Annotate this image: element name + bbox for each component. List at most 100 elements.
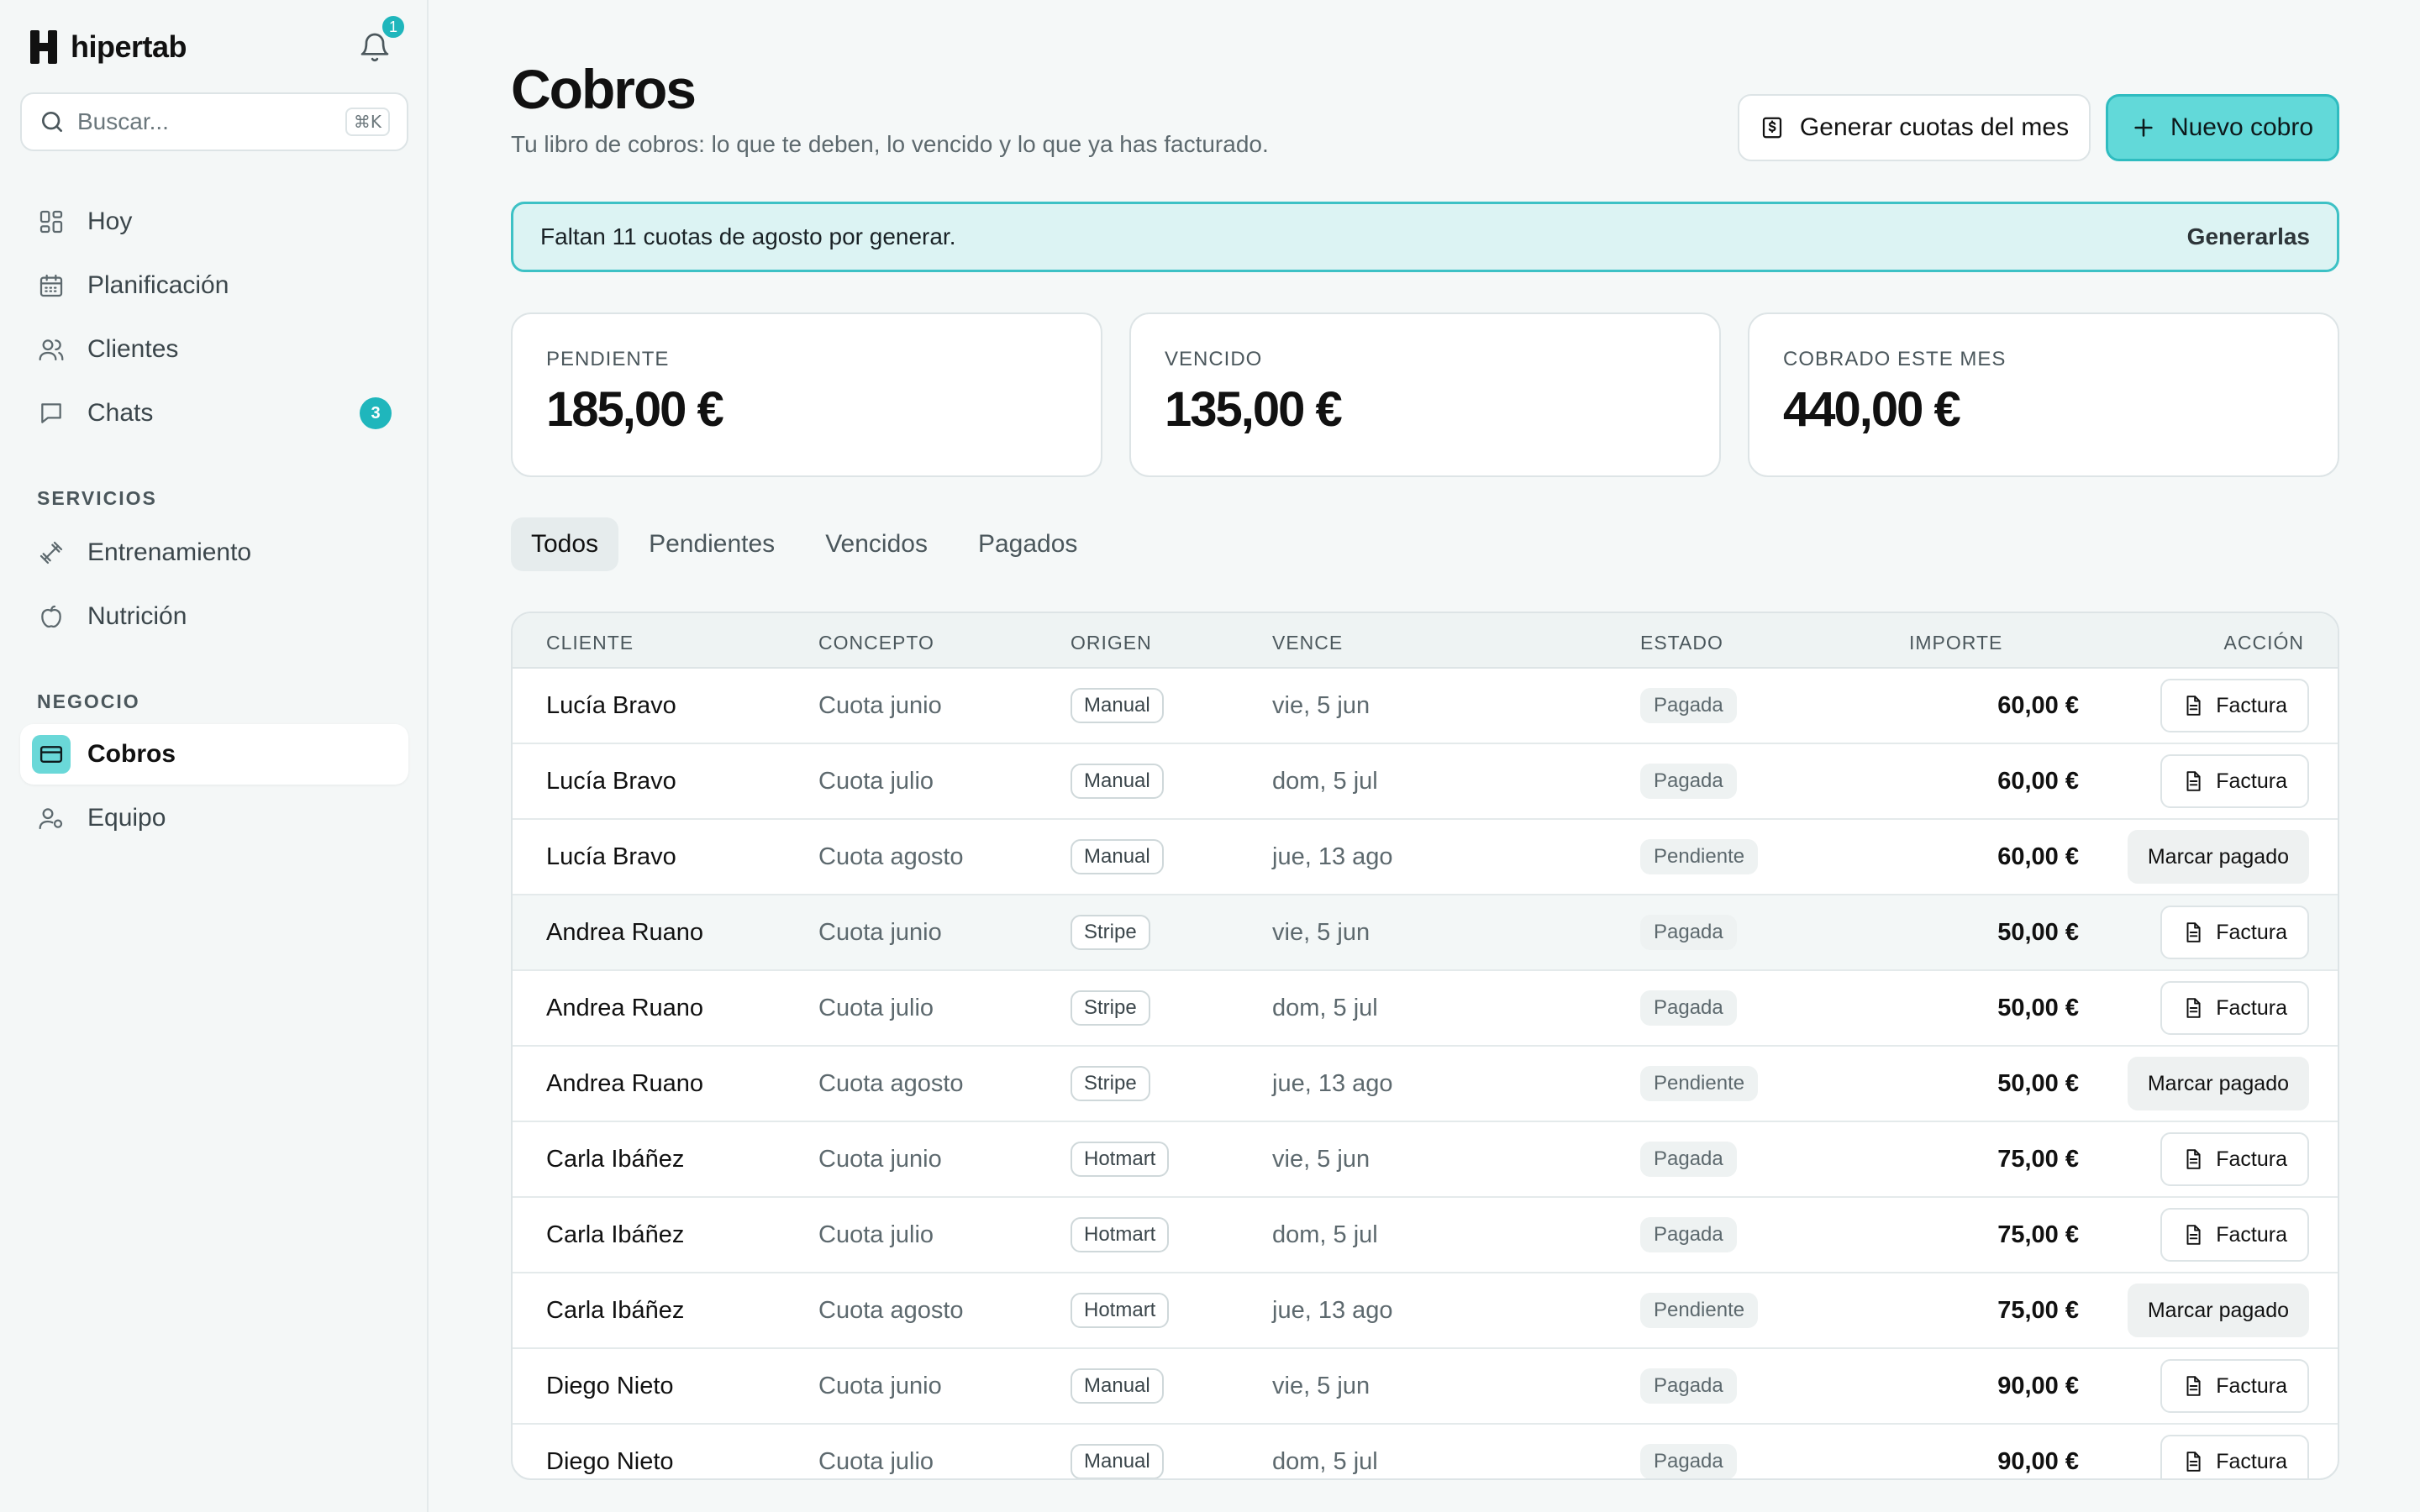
cell-origin: Manual xyxy=(1071,820,1164,894)
cell-amount: 75,00 € xyxy=(1997,1296,2079,1324)
table-row[interactable]: Lucía Bravo Cuota julio Manual dom, 5 jul Pa… xyxy=(513,744,2338,820)
generate-fees-button[interactable]: Generar cuotas del mes xyxy=(1738,94,2091,161)
cell-status: Pagada xyxy=(1640,895,1737,969)
chats-badge: 3 xyxy=(360,397,392,429)
tab-pagados[interactable]: Pagados xyxy=(958,517,1097,571)
column-header-concept: CONCEPTO xyxy=(818,632,934,654)
cell-client: Lucía Bravo xyxy=(546,767,676,795)
cell-amount: 50,00 € xyxy=(1997,918,2079,946)
tab-vencidos[interactable]: Vencidos xyxy=(805,517,948,571)
status-badge: Pendiente xyxy=(1640,1066,1759,1101)
search-icon xyxy=(39,108,66,135)
cell-due: jue, 13 ago xyxy=(1272,1296,1393,1324)
cell-due: jue, 13 ago xyxy=(1272,843,1393,870)
sidebar-item-chats[interactable]: Chats 3 xyxy=(20,383,408,444)
document-icon xyxy=(2182,996,2204,1020)
tab-pendientes[interactable]: Pendientes xyxy=(629,517,795,571)
table-row[interactable]: Lucía Bravo Cuota agosto Manual jue, 13 ago… xyxy=(513,820,2338,895)
invoice-button[interactable]: Factura xyxy=(2160,679,2309,732)
table-row[interactable]: Andrea Ruano Cuota julio Stripe dom, 5 jul P… xyxy=(513,971,2338,1047)
origin-tag: Stripe xyxy=(1071,990,1150,1026)
brand-name: hipertab xyxy=(71,29,187,64)
origin-tag: Stripe xyxy=(1071,915,1150,950)
sidebar-item-clientes[interactable]: Clientes xyxy=(20,319,408,380)
status-badge: Pagada xyxy=(1640,764,1737,799)
cell-concept: Cuota julio xyxy=(818,767,934,795)
stat-label: VENCIDO xyxy=(1165,348,1263,370)
origin-tag: Manual xyxy=(1071,764,1164,799)
sidebar-item-cobros[interactable]: Cobros xyxy=(20,724,408,785)
cell-status: Pagada xyxy=(1640,1198,1737,1272)
mark-paid-button[interactable]: Marcar pagado xyxy=(2127,1284,2309,1337)
banner-text: Faltan 11 cuotas de agosto por generar. xyxy=(540,223,956,249)
invoice-label: Factura xyxy=(2216,1147,2287,1171)
cell-amount: 75,00 € xyxy=(1997,1221,2079,1248)
cell-concept: Cuota junio xyxy=(818,1145,942,1173)
cell-due: vie, 5 jun xyxy=(1272,691,1370,719)
invoice-button[interactable]: Factura xyxy=(2160,1435,2309,1478)
cell-client: Andrea Ruano xyxy=(546,918,704,946)
cell-client: Andrea Ruano xyxy=(546,994,704,1021)
cell-action: Marcar pagado xyxy=(2084,1273,2309,1347)
page-title: Cobros xyxy=(511,58,697,120)
cell-action: Factura xyxy=(2084,669,2309,743)
sidebar-item-equipo[interactable]: Equipo xyxy=(20,788,408,848)
cell-status: Pendiente xyxy=(1640,1047,1759,1121)
mark-paid-button[interactable]: Marcar pagado xyxy=(2127,830,2309,884)
mark-paid-button[interactable]: Marcar pagado xyxy=(2127,1057,2309,1110)
table-row[interactable]: Lucía Bravo Cuota junio Manual vie, 5 jun Pa… xyxy=(513,669,2338,744)
status-badge: Pagada xyxy=(1640,990,1737,1026)
cell-concept: Cuota agosto xyxy=(818,1296,964,1324)
cell-origin: Stripe xyxy=(1071,1047,1150,1121)
cell-amount: 60,00 € xyxy=(1997,767,2079,795)
invoice-label: Factura xyxy=(2216,1373,2287,1398)
invoice-button[interactable]: Factura xyxy=(2160,981,2309,1035)
invoice-button[interactable]: Factura xyxy=(2160,906,2309,959)
cell-due: vie, 5 jun xyxy=(1272,1372,1370,1399)
stat-card-pending: PENDIENTE 185,00 € xyxy=(511,312,1102,477)
invoice-button[interactable]: Factura xyxy=(2160,1359,2309,1413)
stat-card-overdue: VENCIDO 135,00 € xyxy=(1129,312,1721,477)
cell-origin: Hotmart xyxy=(1071,1273,1170,1347)
table-row[interactable]: Carla Ibáñez Cuota junio Hotmart vie, 5 jun… xyxy=(513,1122,2338,1198)
cell-origin: Manual xyxy=(1071,1349,1164,1423)
cell-action: Marcar pagado xyxy=(2084,820,2309,894)
cell-origin: Stripe xyxy=(1071,971,1150,1045)
sidebar-item-label: Chats xyxy=(87,399,154,427)
status-badge: Pagada xyxy=(1640,1444,1737,1478)
cell-amount: 90,00 € xyxy=(1997,1447,2079,1475)
brand[interactable]: hipertab xyxy=(30,27,187,67)
sidebar-item-hoy[interactable]: Hoy xyxy=(20,192,408,252)
table-row[interactable]: Andrea Ruano Cuota junio Stripe vie, 5 jun P… xyxy=(513,895,2338,971)
new-payment-button[interactable]: Nuevo cobro xyxy=(2106,94,2339,161)
generate-now-link[interactable]: Generarlas xyxy=(2187,223,2310,250)
tab-todos[interactable]: Todos xyxy=(511,517,619,571)
cell-origin: Hotmart xyxy=(1071,1122,1170,1196)
cell-amount: 90,00 € xyxy=(1997,1372,2079,1399)
cell-origin: Hotmart xyxy=(1071,1198,1170,1272)
cell-due: jue, 13 ago xyxy=(1272,1069,1393,1097)
sidebar-item-nutricion[interactable]: Nutrición xyxy=(20,586,408,647)
sidebar-item-entrenamiento[interactable]: Entrenamiento xyxy=(20,522,408,583)
filter-tabs: Todos Pendientes Vencidos Pagados xyxy=(511,517,1107,571)
pending-fees-banner: Faltan 11 cuotas de agosto por generar. … xyxy=(511,202,2339,272)
invoice-button[interactable]: Factura xyxy=(2160,1208,2309,1262)
cell-client: Diego Nieto xyxy=(546,1447,674,1475)
table-row[interactable]: Diego Nieto Cuota junio Manual vie, 5 jun Pa… xyxy=(513,1349,2338,1425)
invoice-label: Factura xyxy=(2216,995,2287,1020)
table-row[interactable]: Carla Ibáñez Cuota agosto Hotmart jue, 13 a… xyxy=(513,1273,2338,1349)
table-row[interactable]: Diego Nieto Cuota julio Manual dom, 5 jul Pa… xyxy=(513,1425,2338,1478)
search-input[interactable]: Buscar... ⌘K xyxy=(20,92,408,151)
table-row[interactable]: Carla Ibáñez Cuota julio Hotmart dom, 5 jul… xyxy=(513,1198,2338,1273)
invoice-button[interactable]: Factura xyxy=(2160,1132,2309,1186)
cell-status: Pagada xyxy=(1640,1122,1737,1196)
invoice-button[interactable]: Factura xyxy=(2160,754,2309,808)
status-badge: Pagada xyxy=(1640,688,1737,723)
stat-label: PENDIENTE xyxy=(546,348,670,370)
invoice-label: Factura xyxy=(2216,693,2287,717)
sidebar-item-label: Clientes xyxy=(87,335,179,363)
cell-origin: Manual xyxy=(1071,744,1164,818)
sidebar-item-planificacion[interactable]: Planificación xyxy=(20,255,408,316)
table-row[interactable]: Andrea Ruano Cuota agosto Stripe jue, 13 ag… xyxy=(513,1047,2338,1122)
status-badge: Pagada xyxy=(1640,1142,1737,1177)
